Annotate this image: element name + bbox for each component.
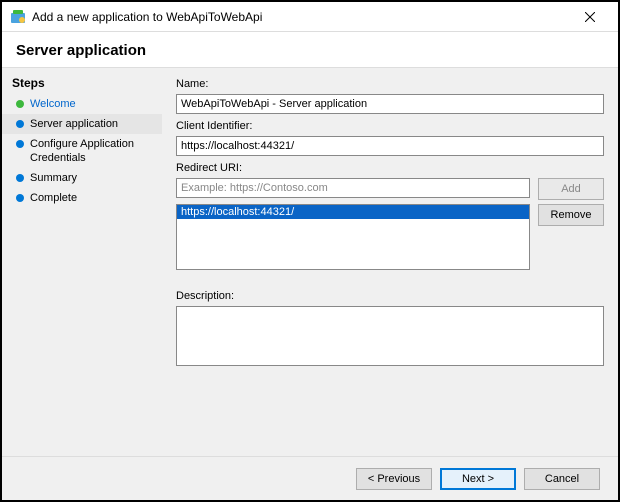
form-area: Name: Client Identifier: Redirect URI: A… <box>162 68 618 456</box>
step-label: Summary <box>30 171 77 185</box>
close-button[interactable] <box>570 3 610 31</box>
sidebar-step-2[interactable]: Configure Application Credentials <box>2 134 162 168</box>
cancel-button[interactable]: Cancel <box>524 468 600 490</box>
remove-button[interactable]: Remove <box>538 204 604 226</box>
sidebar-step-1[interactable]: Server application <box>2 114 162 134</box>
close-icon <box>585 12 595 22</box>
previous-button[interactable]: < Previous <box>356 468 432 490</box>
sidebar-step-4[interactable]: Complete <box>2 188 162 208</box>
content-area: Steps Welcome Server application Configure… <box>2 67 618 456</box>
step-label: Server application <box>30 117 118 131</box>
steps-heading: Steps <box>2 74 162 94</box>
redirect-uri-list[interactable]: https://localhost:44321/ <box>176 204 530 270</box>
step-bullet-icon <box>16 174 24 182</box>
step-label: Configure Application Credentials <box>30 137 150 165</box>
client-id-input[interactable] <box>176 136 604 156</box>
sidebar-step-3[interactable]: Summary <box>2 168 162 188</box>
redirect-uri-input[interactable] <box>176 178 530 198</box>
step-bullet-icon <box>16 194 24 202</box>
step-bullet-icon <box>16 120 24 128</box>
redirect-uri-item[interactable]: https://localhost:44321/ <box>177 205 529 219</box>
step-label: Complete <box>30 191 77 205</box>
add-button[interactable]: Add <box>538 178 604 200</box>
app-icon <box>10 9 26 25</box>
wizard-footer: < Previous Next > Cancel <box>2 456 618 500</box>
next-button[interactable]: Next > <box>440 468 516 490</box>
window-title: Add a new application to WebApiToWebApi <box>32 10 570 24</box>
sidebar-step-0[interactable]: Welcome <box>2 94 162 114</box>
step-label: Welcome <box>30 97 76 111</box>
name-input[interactable] <box>176 94 604 114</box>
client-id-label: Client Identifier: <box>176 120 604 132</box>
step-bullet-icon <box>16 140 24 148</box>
description-input[interactable] <box>176 306 604 366</box>
redirect-uri-label: Redirect URI: <box>176 162 604 174</box>
page-title: Server application <box>2 32 618 67</box>
step-bullet-icon <box>16 100 24 108</box>
description-label: Description: <box>176 290 604 302</box>
name-label: Name: <box>176 78 604 90</box>
titlebar: Add a new application to WebApiToWebApi <box>2 2 618 32</box>
steps-sidebar: Steps Welcome Server application Configure… <box>2 68 162 456</box>
